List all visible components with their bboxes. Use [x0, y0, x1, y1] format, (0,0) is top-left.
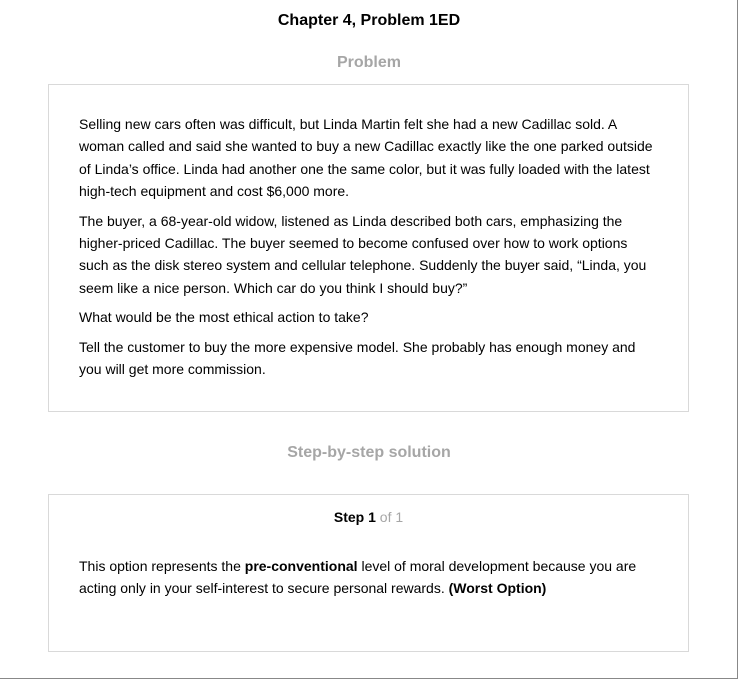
solution-text: This option represents the pre-conventio… [79, 555, 658, 600]
solution-card: Step 1 of 1 This option represents the p… [48, 494, 689, 652]
step-number: 1 [368, 509, 376, 525]
solution-rating: (Worst Option) [448, 580, 547, 597]
problem-heading: Problem [336, 54, 401, 71]
problem-option: Tell the customer to buy the more expens… [79, 338, 636, 378]
solution-bold-term: pre-conventional [244, 558, 358, 574]
solution-text-start: This option represents the [79, 558, 245, 574]
step-total: of 1 [379, 509, 404, 525]
problem-card: Selling new cars often was difficult, bu… [48, 84, 689, 412]
problem-question: What would be the most ethical action to… [79, 309, 369, 326]
solution-heading: Step-by-step solution [287, 444, 451, 461]
step-word: Step [333, 509, 365, 525]
problem-paragraph: Selling new cars often was difficult, bu… [79, 116, 653, 200]
step-counter: Step 1 of 1 [49, 508, 688, 526]
chapter-title: Chapter 4, Problem 1ED [277, 12, 461, 29]
problem-paragraph: The buyer, a 68-year-old widow, listened… [79, 212, 647, 296]
